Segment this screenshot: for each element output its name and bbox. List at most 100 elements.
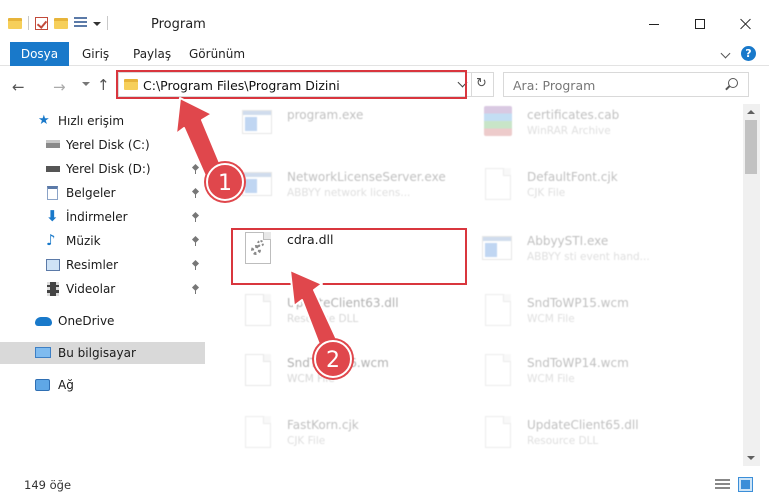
star-icon: ★ xyxy=(38,113,50,128)
file-item[interactable]: NetworkLicenseServer.exe ABBYY network l… xyxy=(214,162,454,208)
file-name: FastKorn.cjk xyxy=(287,418,359,432)
minimize-button[interactable] xyxy=(631,10,677,38)
file-item[interactable]: DefaultFont.cjk CJK File xyxy=(454,162,694,208)
close-button[interactable] xyxy=(723,10,769,38)
toolbar-divider xyxy=(107,16,108,30)
maximize-button[interactable] xyxy=(677,10,723,38)
sidebar-item-videos[interactable]: Videolar xyxy=(0,278,205,300)
refresh-icon[interactable]: ↻ xyxy=(476,76,487,91)
chevron-down-icon[interactable] xyxy=(720,48,731,59)
large-icons-view-icon[interactable] xyxy=(738,477,753,492)
minimize-icon xyxy=(649,23,659,25)
sidebar-item-documents[interactable]: Belgeler xyxy=(0,182,205,204)
customize-toolbar-icon[interactable] xyxy=(74,16,87,30)
file-item[interactable]: SndToWP14.wcm WCM File xyxy=(454,348,694,394)
file-type: ABBYY sti event hand... xyxy=(527,251,650,263)
recent-locations-icon[interactable] xyxy=(82,82,90,86)
back-arrow-icon[interactable]: ← xyxy=(12,78,25,96)
document-icon xyxy=(242,354,274,388)
new-folder-icon[interactable] xyxy=(54,17,68,29)
sidebar-item-pictures[interactable]: Resimler xyxy=(0,254,205,276)
file-type: WCM File xyxy=(527,373,575,385)
properties-check-icon[interactable] xyxy=(35,16,48,30)
pin-icon[interactable] xyxy=(192,213,199,222)
sidebar-item-label: Belgeler xyxy=(66,186,116,200)
sidebar-item-label: Videolar xyxy=(66,282,116,296)
sidebar-item-label: Resimler xyxy=(66,258,119,272)
winrar-icon xyxy=(482,106,514,140)
pin-icon[interactable] xyxy=(192,165,199,174)
pin-icon[interactable] xyxy=(192,141,199,150)
document-icon xyxy=(242,416,274,450)
tab-view[interactable]: Görünüm xyxy=(189,42,245,66)
dll-icon xyxy=(242,294,274,328)
sidebar-item-downloads[interactable]: ⬇ İndirmeler xyxy=(0,206,205,228)
file-type: Resource DLL xyxy=(527,435,599,447)
file-name: DefaultFont.cjk xyxy=(527,170,618,184)
document-icon xyxy=(482,294,514,328)
sidebar-item-network[interactable]: Ağ xyxy=(0,374,205,396)
sidebar-item-label: Bu bilgisayar xyxy=(58,346,136,360)
sidebar-item-music[interactable]: ♪ Müzik xyxy=(0,230,205,252)
sidebar-item-label: İndirmeler xyxy=(66,210,128,224)
scroll-thumb[interactable] xyxy=(745,120,757,174)
file-type: CJK File xyxy=(527,187,566,199)
sidebar-item-label: Müzik xyxy=(66,234,101,248)
sidebar-item-label: Ağ xyxy=(58,378,74,392)
chevron-down-icon[interactable] xyxy=(93,22,101,26)
videos-icon xyxy=(47,282,59,296)
exe-icon xyxy=(242,106,274,140)
tab-share[interactable]: Paylaş xyxy=(133,42,171,66)
computer-icon xyxy=(35,347,51,358)
up-arrow-icon[interactable]: ↑ xyxy=(97,76,110,94)
pin-icon[interactable] xyxy=(192,261,199,270)
search-icon[interactable] xyxy=(728,78,738,88)
toolbar-divider xyxy=(28,16,29,30)
sidebar-item-local-disk-d[interactable]: Yerel Disk (D:) xyxy=(0,158,205,180)
file-highlight-box xyxy=(231,228,467,285)
drive-icon xyxy=(46,166,60,172)
navigation-pane: ★ Hızlı erişim Yerel Disk (C:) Yerel Dis… xyxy=(0,104,206,464)
pin-icon[interactable] xyxy=(192,285,199,294)
sidebar-item-onedrive[interactable]: OneDrive xyxy=(0,310,205,332)
file-item[interactable]: program.exe xyxy=(214,104,454,146)
documents-icon xyxy=(47,186,58,200)
file-name: UpdateClient63.dll xyxy=(287,296,399,310)
file-item[interactable]: certificates.cab WinRAR Archive xyxy=(454,104,694,146)
dll-icon xyxy=(482,416,514,450)
pin-icon[interactable] xyxy=(192,237,199,246)
quick-access-toolbar xyxy=(8,16,108,30)
music-icon: ♪ xyxy=(46,231,56,249)
details-view-icon[interactable] xyxy=(715,479,730,490)
search-placeholder: Ara: Program xyxy=(513,78,596,93)
file-type: CJK File xyxy=(287,435,326,447)
file-item[interactable]: FastKorn.cjk CJK File xyxy=(214,410,454,456)
pin-icon[interactable] xyxy=(192,189,199,198)
scroll-down-icon[interactable] xyxy=(747,456,755,460)
sidebar-item-this-pc[interactable]: Bu bilgisayar xyxy=(0,342,205,364)
folder-icon[interactable] xyxy=(8,17,22,29)
document-icon xyxy=(482,354,514,388)
file-name: program.exe xyxy=(287,108,364,122)
scroll-up-icon[interactable] xyxy=(747,110,755,114)
sidebar-item-label: OneDrive xyxy=(58,314,115,328)
window-controls xyxy=(631,10,769,38)
exe-icon xyxy=(242,168,274,202)
sidebar-item-label: Yerel Disk (C:) xyxy=(66,138,150,152)
sidebar-item-local-disk-c[interactable]: Yerel Disk (C:) xyxy=(0,134,205,156)
file-item[interactable]: AbbyySTI.exe ABBYY sti event hand... xyxy=(454,226,694,272)
tab-home[interactable]: Giriş xyxy=(82,42,109,66)
file-name: SndToWP15.wcm xyxy=(527,296,629,310)
help-icon[interactable]: ? xyxy=(741,46,756,61)
status-bar: 149 öğe xyxy=(0,466,769,504)
file-type: WCM File xyxy=(527,313,575,325)
file-item[interactable]: SndToWP15.wcm WCM File xyxy=(454,288,694,334)
file-type: WinRAR Archive xyxy=(527,125,611,137)
address-divider xyxy=(471,73,472,96)
sidebar-item-quick-access[interactable]: ★ Hızlı erişim xyxy=(0,110,205,132)
search-box[interactable]: Ara: Program xyxy=(503,72,749,97)
file-item[interactable]: UpdateClient65.dll Resource DLL xyxy=(454,410,694,456)
forward-arrow-icon[interactable]: → xyxy=(53,78,66,96)
file-item[interactable]: UpdateClient63.dll Resource DLL xyxy=(214,288,454,334)
vertical-scrollbar[interactable] xyxy=(743,104,760,466)
